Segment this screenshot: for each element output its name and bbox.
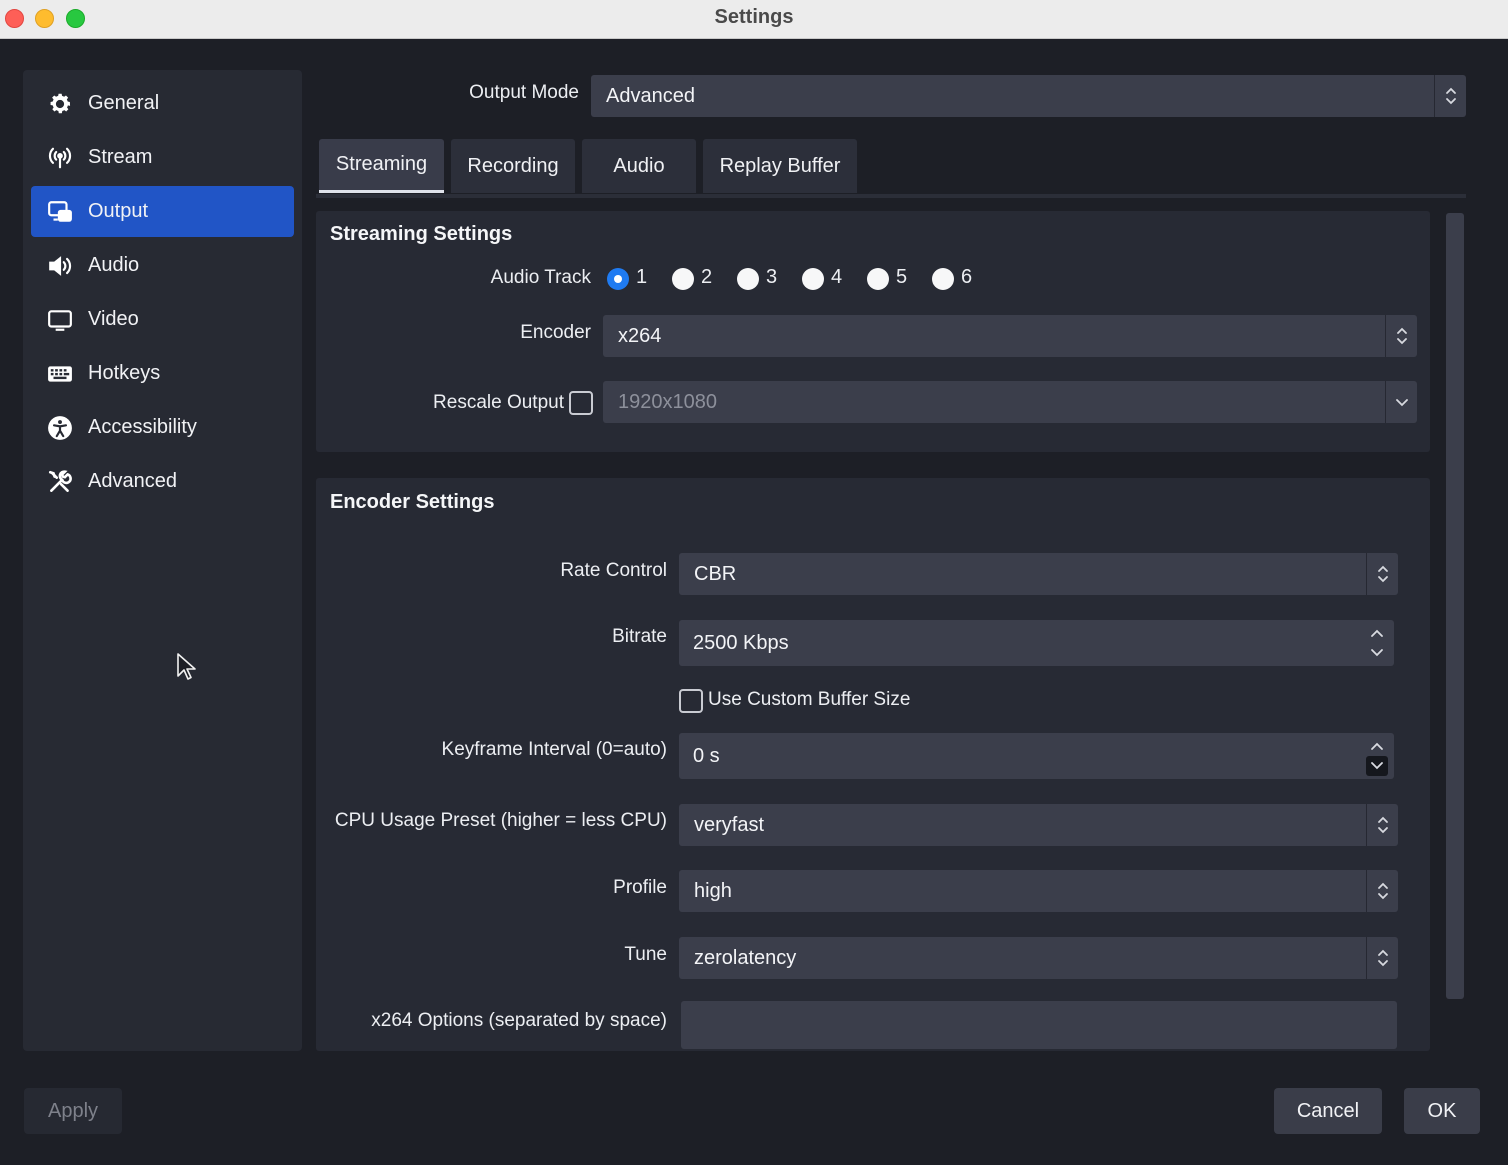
rescale-resolution-select[interactable]: 1920x1080 [603,381,1417,423]
sidebar-item-label: General [88,92,160,114]
profile-select[interactable]: high [679,870,1398,912]
sidebar-item-general[interactable]: General [31,78,294,129]
cpu-preset-label: CPU Usage Preset (higher = less CPU) [334,810,667,831]
tab-streaming[interactable]: Streaming [319,139,444,193]
apply-button[interactable]: Apply [24,1088,122,1134]
audio-track-radio-6[interactable] [932,268,954,290]
window-title: Settings [714,6,794,28]
rate-control-select[interactable]: CBR [679,553,1398,595]
audio-track-number: 6 [961,266,973,288]
keyframe-interval-spinbox[interactable]: 0 s [679,733,1394,779]
audio-track-number: 5 [896,266,908,288]
custom-buffer-label: Use Custom Buffer Size [708,689,911,710]
output-mode-label: Output Mode [469,82,579,103]
updown-chevron-icon [1366,937,1398,979]
sidebar-item-label: Accessibility [88,416,197,438]
cpu-preset-value: veryfast [694,813,765,836]
chevron-down-icon [1385,381,1417,423]
audio-track-number: 3 [766,266,778,288]
bitrate-label: Bitrate [612,626,667,647]
sidebar-item-label: Stream [88,146,153,168]
accessibility-icon [45,413,75,443]
audio-track-radio-2[interactable] [672,268,694,290]
encoder-label: Encoder [520,322,591,343]
sidebar-item-label: Advanced [88,470,177,492]
speaker-icon [45,251,75,281]
rate-control-value: CBR [694,562,737,585]
cancel-button[interactable]: Cancel [1274,1088,1382,1134]
keyframe-interval-value: 0 s [693,744,720,767]
encoder-select[interactable]: x264 [603,315,1417,357]
updown-chevron-icon [1366,553,1398,595]
tab-label: Replay Buffer [719,154,841,177]
output-mode-select[interactable]: Advanced [591,75,1466,117]
profile-value: high [694,879,732,902]
tools-icon [45,467,75,497]
tab-audio[interactable]: Audio [582,139,696,193]
profile-label: Profile [613,877,667,898]
output-mode-value: Advanced [606,84,695,107]
gear-icon [45,89,75,119]
updown-chevron-icon [1385,315,1417,357]
sidebar-item-label: Hotkeys [88,362,161,384]
audio-track-number: 4 [831,266,843,288]
ok-button[interactable]: OK [1404,1088,1480,1134]
updown-chevron-icon [1366,804,1398,846]
decrement-chevron-down-icon[interactable] [1366,643,1388,663]
increment-chevron-up-icon[interactable] [1366,623,1388,643]
sidebar-item-advanced[interactable]: Advanced [31,456,294,507]
tab-label: Recording [467,154,559,177]
bitrate-value: 2500 Kbps [693,631,789,654]
sidebar-item-label: Audio [88,254,140,276]
title-bar: Settings [0,0,1508,39]
decrement-chevron-down-icon[interactable] [1366,756,1388,776]
settings-sidebar: General Stream Output Audio Video Hotkey… [23,70,302,1051]
audio-track-radio-1[interactable] [607,268,629,290]
updown-chevron-icon [1434,75,1466,117]
updown-chevron-icon [1366,870,1398,912]
settings-scrollbar[interactable] [1446,213,1464,999]
audio-track-radio-4[interactable] [802,268,824,290]
sidebar-item-label: Video [88,308,139,330]
tab-label: Streaming [335,153,428,175]
tab-bar-divider [316,194,1466,198]
keyboard-icon [45,359,75,389]
tab-recording[interactable]: Recording [451,139,575,193]
tab-replay-buffer[interactable]: Replay Buffer [703,139,857,193]
mouse-pointer-icon [177,653,196,680]
custom-buffer-checkbox[interactable] [679,689,703,713]
tune-select[interactable]: zerolatency [679,937,1398,979]
audio-track-radio-5[interactable] [867,268,889,290]
sidebar-item-hotkeys[interactable]: Hotkeys [31,348,294,399]
tune-label: Tune [624,944,667,965]
rescale-output-label: Rescale Output [433,392,564,413]
audio-track-radio-3[interactable] [737,268,759,290]
sidebar-item-accessibility[interactable]: Accessibility [31,402,294,453]
output-icon [45,197,75,227]
sidebar-item-audio[interactable]: Audio [31,240,294,291]
tab-label: Audio [613,154,665,177]
keyframe-interval-label: Keyframe Interval (0=auto) [441,739,667,760]
broadcast-icon [45,143,75,173]
encoder-settings-title: Encoder Settings [330,491,495,513]
tune-value: zerolatency [694,946,797,969]
sidebar-item-video[interactable]: Video [31,294,294,345]
x264-options-input[interactable] [681,1001,1397,1049]
audio-track-number: 2 [701,266,713,288]
rescale-output-checkbox[interactable] [569,391,593,415]
encoder-value: x264 [618,324,662,347]
rescale-resolution-value: 1920x1080 [618,390,717,413]
sidebar-item-output[interactable]: Output [31,186,294,237]
increment-chevron-up-icon[interactable] [1366,736,1388,756]
audio-track-label: Audio Track [490,267,591,288]
x264-options-label: x264 Options (separated by space) [371,1010,667,1031]
bitrate-spinbox[interactable]: 2500 Kbps [679,620,1394,666]
cpu-preset-select[interactable]: veryfast [679,804,1398,846]
sidebar-item-label: Output [88,200,149,222]
audio-track-number: 1 [636,266,648,288]
sidebar-item-stream[interactable]: Stream [31,132,294,183]
monitor-icon [45,305,75,335]
streaming-settings-title: Streaming Settings [330,223,513,245]
rate-control-label: Rate Control [560,560,667,581]
